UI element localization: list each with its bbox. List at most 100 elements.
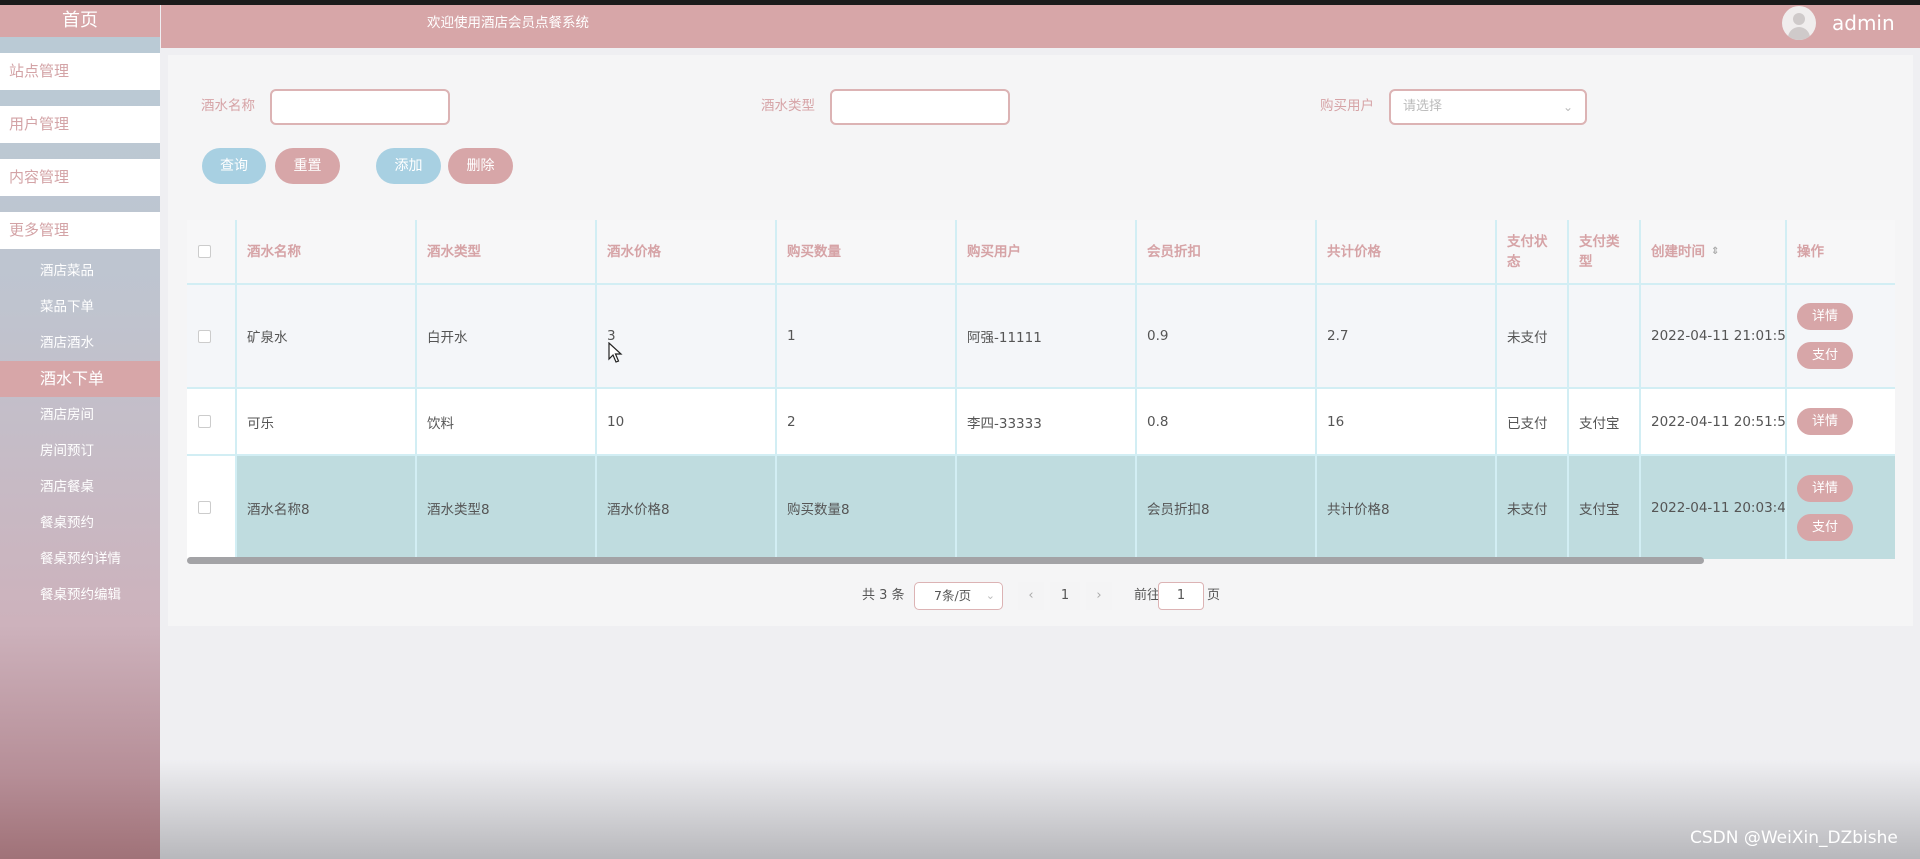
query-button[interactable]: 查询: [202, 148, 266, 184]
page-size-value: 7条/页: [934, 588, 972, 603]
welcome-text: 欢迎使用酒店会员点餐系统: [427, 15, 589, 31]
header-cell[interactable]: 会员折扣: [1137, 220, 1317, 283]
cell-pay-status: 未支付: [1497, 285, 1569, 387]
cell-drink-name: 矿泉水: [237, 285, 417, 387]
sidebar: 首页 站点管理 用户管理 内容管理 更多管理 酒店菜品 菜品下单 酒店酒水 酒水…: [0, 5, 160, 859]
pagination-current-page[interactable]: 1: [1050, 582, 1080, 610]
cell-created-time: 2022-04-11 20:51:58: [1641, 389, 1787, 454]
cell-created-time: 2022-04-11 20:03:48: [1641, 456, 1787, 559]
cell-pay-type: 支付宝: [1569, 456, 1641, 559]
row-checkbox[interactable]: [198, 501, 211, 514]
goto-prefix: 前往: [1134, 588, 1161, 603]
cell-drink-type: 饮料: [417, 389, 597, 454]
cell-drink-price: 3: [597, 285, 777, 387]
cell-pay-status: 未支付: [1497, 456, 1569, 559]
delete-button[interactable]: 删除: [448, 148, 513, 184]
cell-drink-type: 酒水类型8: [417, 456, 597, 559]
header-cell-created-time[interactable]: 创建时间 ⇕: [1641, 220, 1787, 283]
cell-actions: 详情: [1787, 389, 1895, 454]
cell-pay-type: 支付宝: [1569, 389, 1641, 454]
header-cell[interactable]: 共计价格: [1317, 220, 1497, 283]
detail-button[interactable]: 详情: [1797, 474, 1853, 502]
header-cell[interactable]: 支付状态: [1497, 220, 1569, 283]
cell-discount: 0.9: [1137, 285, 1317, 387]
sidebar-subitem-drink-order[interactable]: 酒水下单: [0, 361, 160, 397]
row-select-cell: [187, 285, 237, 387]
filter-label-drink-name: 酒水名称: [201, 98, 255, 114]
sidebar-subitem-hotel-tables[interactable]: 酒店餐桌: [0, 469, 160, 505]
goto-page-input[interactable]: 1: [1158, 582, 1204, 610]
user-icon-body: [1788, 27, 1810, 40]
cell-buyer: [957, 456, 1137, 559]
reset-button[interactable]: 重置: [275, 148, 340, 184]
sidebar-item-user-management[interactable]: 用户管理: [0, 106, 160, 143]
cell-drink-price: 10: [597, 389, 777, 454]
avatar[interactable]: [1782, 6, 1816, 40]
header-cell[interactable]: 酒水名称: [237, 220, 417, 283]
filter-label-drink-type: 酒水类型: [761, 98, 815, 114]
header-cell[interactable]: 购买数量: [777, 220, 957, 283]
table-horizontal-scrollbar[interactable]: [187, 557, 1704, 564]
filter-label-buyer: 购买用户: [1320, 98, 1374, 114]
sidebar-subitem-dish-order[interactable]: 菜品下单: [0, 289, 160, 325]
cell-buyer: 阿强-11111: [957, 285, 1137, 387]
row-checkbox[interactable]: [198, 415, 211, 428]
buyer-select[interactable]: 请选择 ⌄: [1389, 89, 1587, 125]
pay-button[interactable]: 支付: [1797, 513, 1853, 541]
cell-quantity: 1: [777, 285, 957, 387]
cell-pay-type: [1569, 285, 1641, 387]
detail-button[interactable]: 详情: [1797, 408, 1853, 435]
cell-total-price: 16: [1317, 389, 1497, 454]
header-cell[interactable]: 购买用户: [957, 220, 1137, 283]
cell-quantity: 购买数量8: [777, 456, 957, 559]
cell-drink-type: 白开水: [417, 285, 597, 387]
sidebar-subitem-room-booking[interactable]: 房间预订: [0, 433, 160, 469]
buyer-select-placeholder: 请选择: [1403, 99, 1443, 114]
cell-drink-name: 酒水名称8: [237, 456, 417, 559]
chevron-down-icon: ⌄: [1562, 100, 1573, 114]
table-row: 可乐 饮料 10 2 李四-33333 0.8 16 已支付 支付宝 2022-…: [187, 387, 1895, 454]
add-button[interactable]: 添加: [376, 148, 441, 184]
sidebar-subitem-hotel-drinks[interactable]: 酒店酒水: [0, 325, 160, 361]
select-all-checkbox[interactable]: [198, 245, 211, 258]
header-cell-select: [187, 220, 237, 283]
chevron-left-icon[interactable]: ‹: [1018, 582, 1044, 610]
header-cell[interactable]: 酒水类型: [417, 220, 597, 283]
cell-drink-price: 酒水价格8: [597, 456, 777, 559]
goto-suffix: 页: [1207, 588, 1221, 603]
table-row: 矿泉水 白开水 3 1 阿强-11111 0.9 2.7 未支付 2022-04…: [187, 283, 1895, 387]
chevron-right-icon[interactable]: ›: [1086, 582, 1112, 610]
username[interactable]: admin: [1832, 5, 1895, 42]
pagination-total: 共 3 条: [862, 588, 905, 603]
sidebar-subitem-table-reservation[interactable]: 餐桌预约: [0, 505, 160, 541]
chevron-down-icon: ⌄: [985, 589, 995, 602]
pay-button[interactable]: 支付: [1797, 342, 1853, 369]
row-select-cell: [187, 389, 237, 454]
sidebar-subitem-reservation-detail[interactable]: 餐桌预约详情: [0, 541, 160, 577]
sidebar-subitem-reservation-edit[interactable]: 餐桌预约编辑: [0, 577, 160, 613]
cell-discount: 会员折扣8: [1137, 456, 1317, 559]
sidebar-submenu: 酒店菜品 菜品下单 酒店酒水 酒水下单 酒店房间 房间预订 酒店餐桌 餐桌预约 …: [0, 249, 160, 613]
sidebar-item-content-management[interactable]: 内容管理: [0, 159, 160, 196]
sidebar-item-more-management[interactable]: 更多管理: [0, 212, 160, 249]
detail-button[interactable]: 详情: [1797, 303, 1853, 330]
cell-total-price: 共计价格8: [1317, 456, 1497, 559]
sidebar-subitem-hotel-rooms[interactable]: 酒店房间: [0, 397, 160, 433]
sidebar-item-site-management[interactable]: 站点管理: [0, 53, 160, 90]
drink-type-input[interactable]: [830, 89, 1010, 125]
drink-name-input[interactable]: [270, 89, 450, 125]
sidebar-home[interactable]: 首页: [0, 5, 160, 37]
sidebar-subitem-hotel-dishes[interactable]: 酒店菜品: [0, 253, 160, 289]
header-cell: 操作: [1797, 243, 1824, 260]
header-cell-label: 创建时间: [1651, 243, 1705, 260]
page-size-select[interactable]: 7条/页 ⌄: [914, 582, 1003, 610]
mouse-cursor-icon: [608, 342, 623, 363]
cell-created-time: 2022-04-11 21:01:54: [1641, 285, 1787, 387]
header-cell[interactable]: 酒水价格: [597, 220, 777, 283]
user-icon-head: [1793, 13, 1805, 25]
cell-drink-name: 可乐: [237, 389, 417, 454]
sort-icon[interactable]: ⇕: [1711, 242, 1719, 262]
watermark-text: CSDN @WeiXin_DZbishe: [1690, 828, 1898, 848]
header-cell[interactable]: 支付类型: [1569, 220, 1641, 283]
row-checkbox[interactable]: [198, 329, 211, 343]
